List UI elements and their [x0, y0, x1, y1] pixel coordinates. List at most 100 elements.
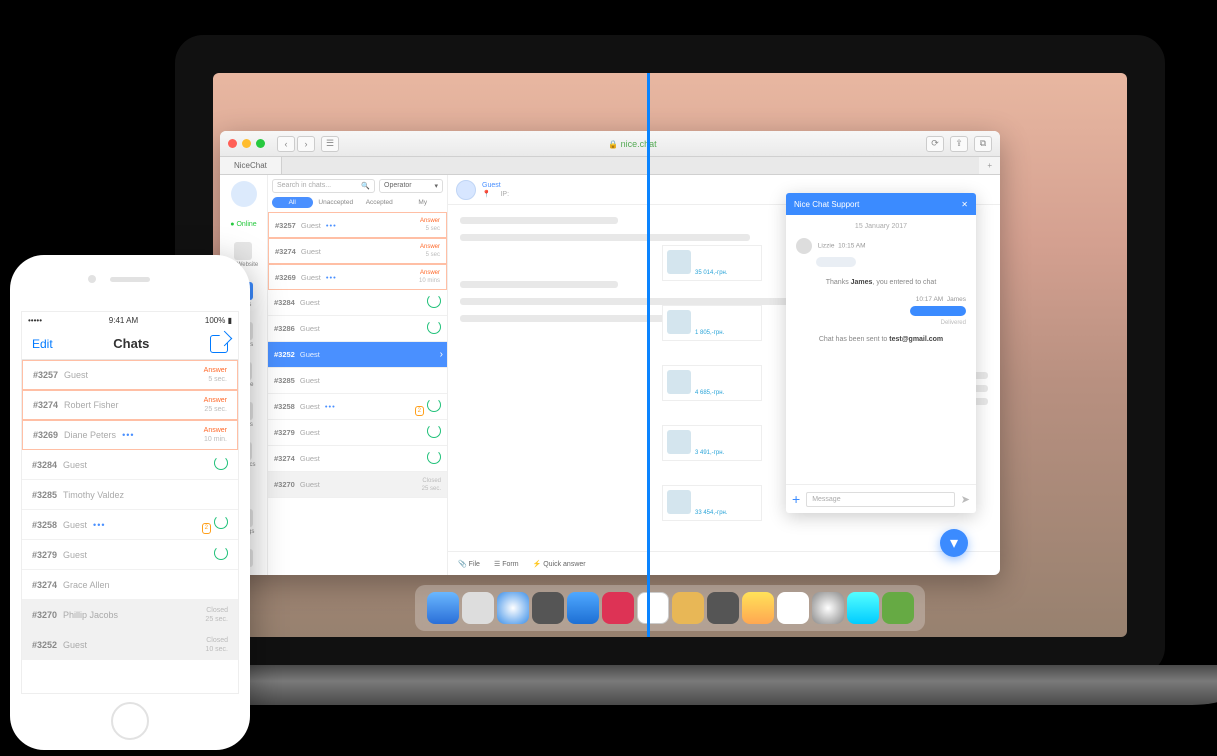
- tabs-icon[interactable]: ⧉: [974, 136, 992, 152]
- operator-dropdown[interactable]: Operator ▾: [379, 179, 443, 193]
- clock: 9:41 AM: [109, 316, 138, 325]
- add-attachment-icon[interactable]: +: [792, 491, 800, 507]
- product-card[interactable]: 33 454,-грн.: [662, 485, 762, 521]
- chat-row[interactable]: #3274GuestAnswer5 sec: [268, 238, 447, 264]
- battery-icon: 100% ▮: [205, 316, 232, 325]
- safari-toolbar: ‹ › ☰ nice.chat ⟳ ⇪ ⧉: [220, 131, 1000, 157]
- chevron-down-icon: ▾: [434, 182, 438, 190]
- send-icon[interactable]: ➤: [961, 493, 970, 506]
- compose-icon[interactable]: [210, 335, 228, 353]
- dock-app-calendar[interactable]: [637, 592, 669, 624]
- dock-app[interactable]: [602, 592, 634, 624]
- window-controls: [228, 139, 265, 148]
- system-message: Chat has been sent to test@gmail.com: [796, 336, 966, 343]
- app-logo-icon[interactable]: [231, 181, 257, 207]
- sidebar-toggle-icon[interactable]: ☰: [321, 136, 339, 152]
- dock-app[interactable]: [672, 592, 704, 624]
- dock-app[interactable]: [812, 592, 844, 624]
- product-card[interactable]: 1 805,-грн.: [662, 305, 762, 341]
- dock-app[interactable]: [882, 592, 914, 624]
- share-icon[interactable]: ⇪: [950, 136, 968, 152]
- chat-row[interactable]: #3252Guest›: [268, 342, 447, 368]
- widget-input-row: + Message ➤: [786, 484, 976, 513]
- dock-app-finder[interactable]: [427, 592, 459, 624]
- product-card[interactable]: 4 685,-грн.: [662, 365, 762, 401]
- macos-dock: [415, 585, 925, 631]
- dock-app[interactable]: [462, 592, 494, 624]
- dock-app[interactable]: [777, 592, 809, 624]
- chat-row[interactable]: #3286Guest: [268, 316, 447, 342]
- chat-row[interactable]: #3269Diane Peters•••Answer10 min.: [22, 420, 238, 450]
- widget-header: Nice Chat Support ✕: [786, 193, 976, 215]
- system-message: Thanks James, you entered to chat: [796, 279, 966, 286]
- back-button[interactable]: ‹: [277, 136, 295, 152]
- dock-app[interactable]: [742, 592, 774, 624]
- browser-tab[interactable]: NiceChat: [220, 157, 282, 174]
- dock-app-mail[interactable]: [567, 592, 599, 624]
- dock-app-messages[interactable]: [847, 592, 879, 624]
- agent-avatar: [796, 238, 812, 254]
- quick-answer-button[interactable]: ⚡ Quick answer: [533, 560, 586, 568]
- close-icon[interactable]: ✕: [961, 200, 968, 209]
- maximize-icon[interactable]: [256, 139, 265, 148]
- delivered-label: Delivered: [796, 320, 966, 326]
- tab-bar: NiceChat +: [220, 157, 1000, 175]
- signal-icon: •••••: [28, 316, 42, 325]
- chat-row[interactable]: #3284Guest: [22, 450, 238, 480]
- chat-row[interactable]: #3279Guest: [22, 540, 238, 570]
- dock-app-safari[interactable]: [497, 592, 529, 624]
- product-card[interactable]: 35 014,-грн.: [662, 245, 762, 281]
- forward-button[interactable]: ›: [297, 136, 315, 152]
- chat-row[interactable]: #3252GuestClosed10 sec.: [22, 630, 238, 660]
- user-message-bubble: [910, 306, 966, 316]
- filter-all[interactable]: All: [272, 197, 313, 208]
- close-icon[interactable]: [228, 139, 237, 148]
- chat-row[interactable]: #3285Timothy Valdez: [22, 480, 238, 510]
- chat-rows: #3257Guest•••Answer5 sec#3274GuestAnswer…: [268, 212, 447, 575]
- date-separator: 15 January 2017: [796, 223, 966, 230]
- chat-row[interactable]: #3274Grace Allen: [22, 570, 238, 600]
- chat-row[interactable]: #3270GuestClosed25 sec.: [268, 472, 447, 498]
- chat-row[interactable]: #3258Guest•••2: [268, 394, 447, 420]
- chat-row[interactable]: #3274Guest: [268, 446, 447, 472]
- chat-widget: Nice Chat Support ✕ 15 January 2017 Lizz…: [786, 193, 976, 513]
- product-image: [667, 430, 691, 454]
- message-input[interactable]: Message: [806, 492, 955, 507]
- form-button[interactable]: ☰ Form: [494, 560, 519, 568]
- attach-file-button[interactable]: 📎 File: [458, 560, 480, 568]
- chat-row[interactable]: #3257GuestAnswer5 sec.: [22, 360, 238, 390]
- edit-button[interactable]: Edit: [32, 337, 53, 351]
- product-image: [667, 310, 691, 334]
- chat-row[interactable]: #3257Guest•••Answer5 sec: [268, 212, 447, 238]
- filter-my[interactable]: My: [403, 197, 444, 208]
- dock-app[interactable]: [532, 592, 564, 624]
- search-icon: 🔍: [361, 182, 370, 190]
- chat-row[interactable]: #3270Phillip JacobsClosed25 sec.: [22, 600, 238, 630]
- filter-accepted[interactable]: Accepted: [359, 197, 400, 208]
- home-button[interactable]: [111, 702, 149, 740]
- nav-bar: Edit Chats: [22, 328, 238, 360]
- chat-row[interactable]: #3284Guest: [268, 290, 447, 316]
- new-tab-button[interactable]: +: [979, 157, 1000, 174]
- chat-row[interactable]: #3285Guest: [268, 368, 447, 394]
- chat-row[interactable]: #3258Guest•••2: [22, 510, 238, 540]
- chevron-down-icon: ▾: [950, 533, 958, 553]
- widget-title: Nice Chat Support: [794, 200, 859, 209]
- chat-list-panel: Search in chats... 🔍 Operator ▾ All Unac…: [268, 175, 448, 575]
- chat-row[interactable]: #3279Guest: [268, 420, 447, 446]
- chat-fab-button[interactable]: ▾: [940, 529, 968, 557]
- phone-camera: [88, 275, 96, 283]
- chat-row[interactable]: #3274Robert FisherAnswer25 sec.: [22, 390, 238, 420]
- website-icon: [234, 242, 252, 260]
- product-image: [667, 370, 691, 394]
- dock-app[interactable]: [707, 592, 739, 624]
- filter-unaccepted[interactable]: Unaccepted: [316, 197, 357, 208]
- product-card[interactable]: 3 491,-грн.: [662, 425, 762, 461]
- minimize-icon[interactable]: [242, 139, 251, 148]
- chat-row[interactable]: #3269Guest•••Answer10 mins: [268, 264, 447, 290]
- address-bar[interactable]: nice.chat: [385, 139, 880, 149]
- online-status[interactable]: Online: [230, 221, 256, 228]
- message-meta: Lizzie 10:15 AM: [796, 238, 966, 254]
- search-input[interactable]: Search in chats... 🔍: [272, 179, 375, 193]
- reload-icon[interactable]: ⟳: [926, 136, 944, 152]
